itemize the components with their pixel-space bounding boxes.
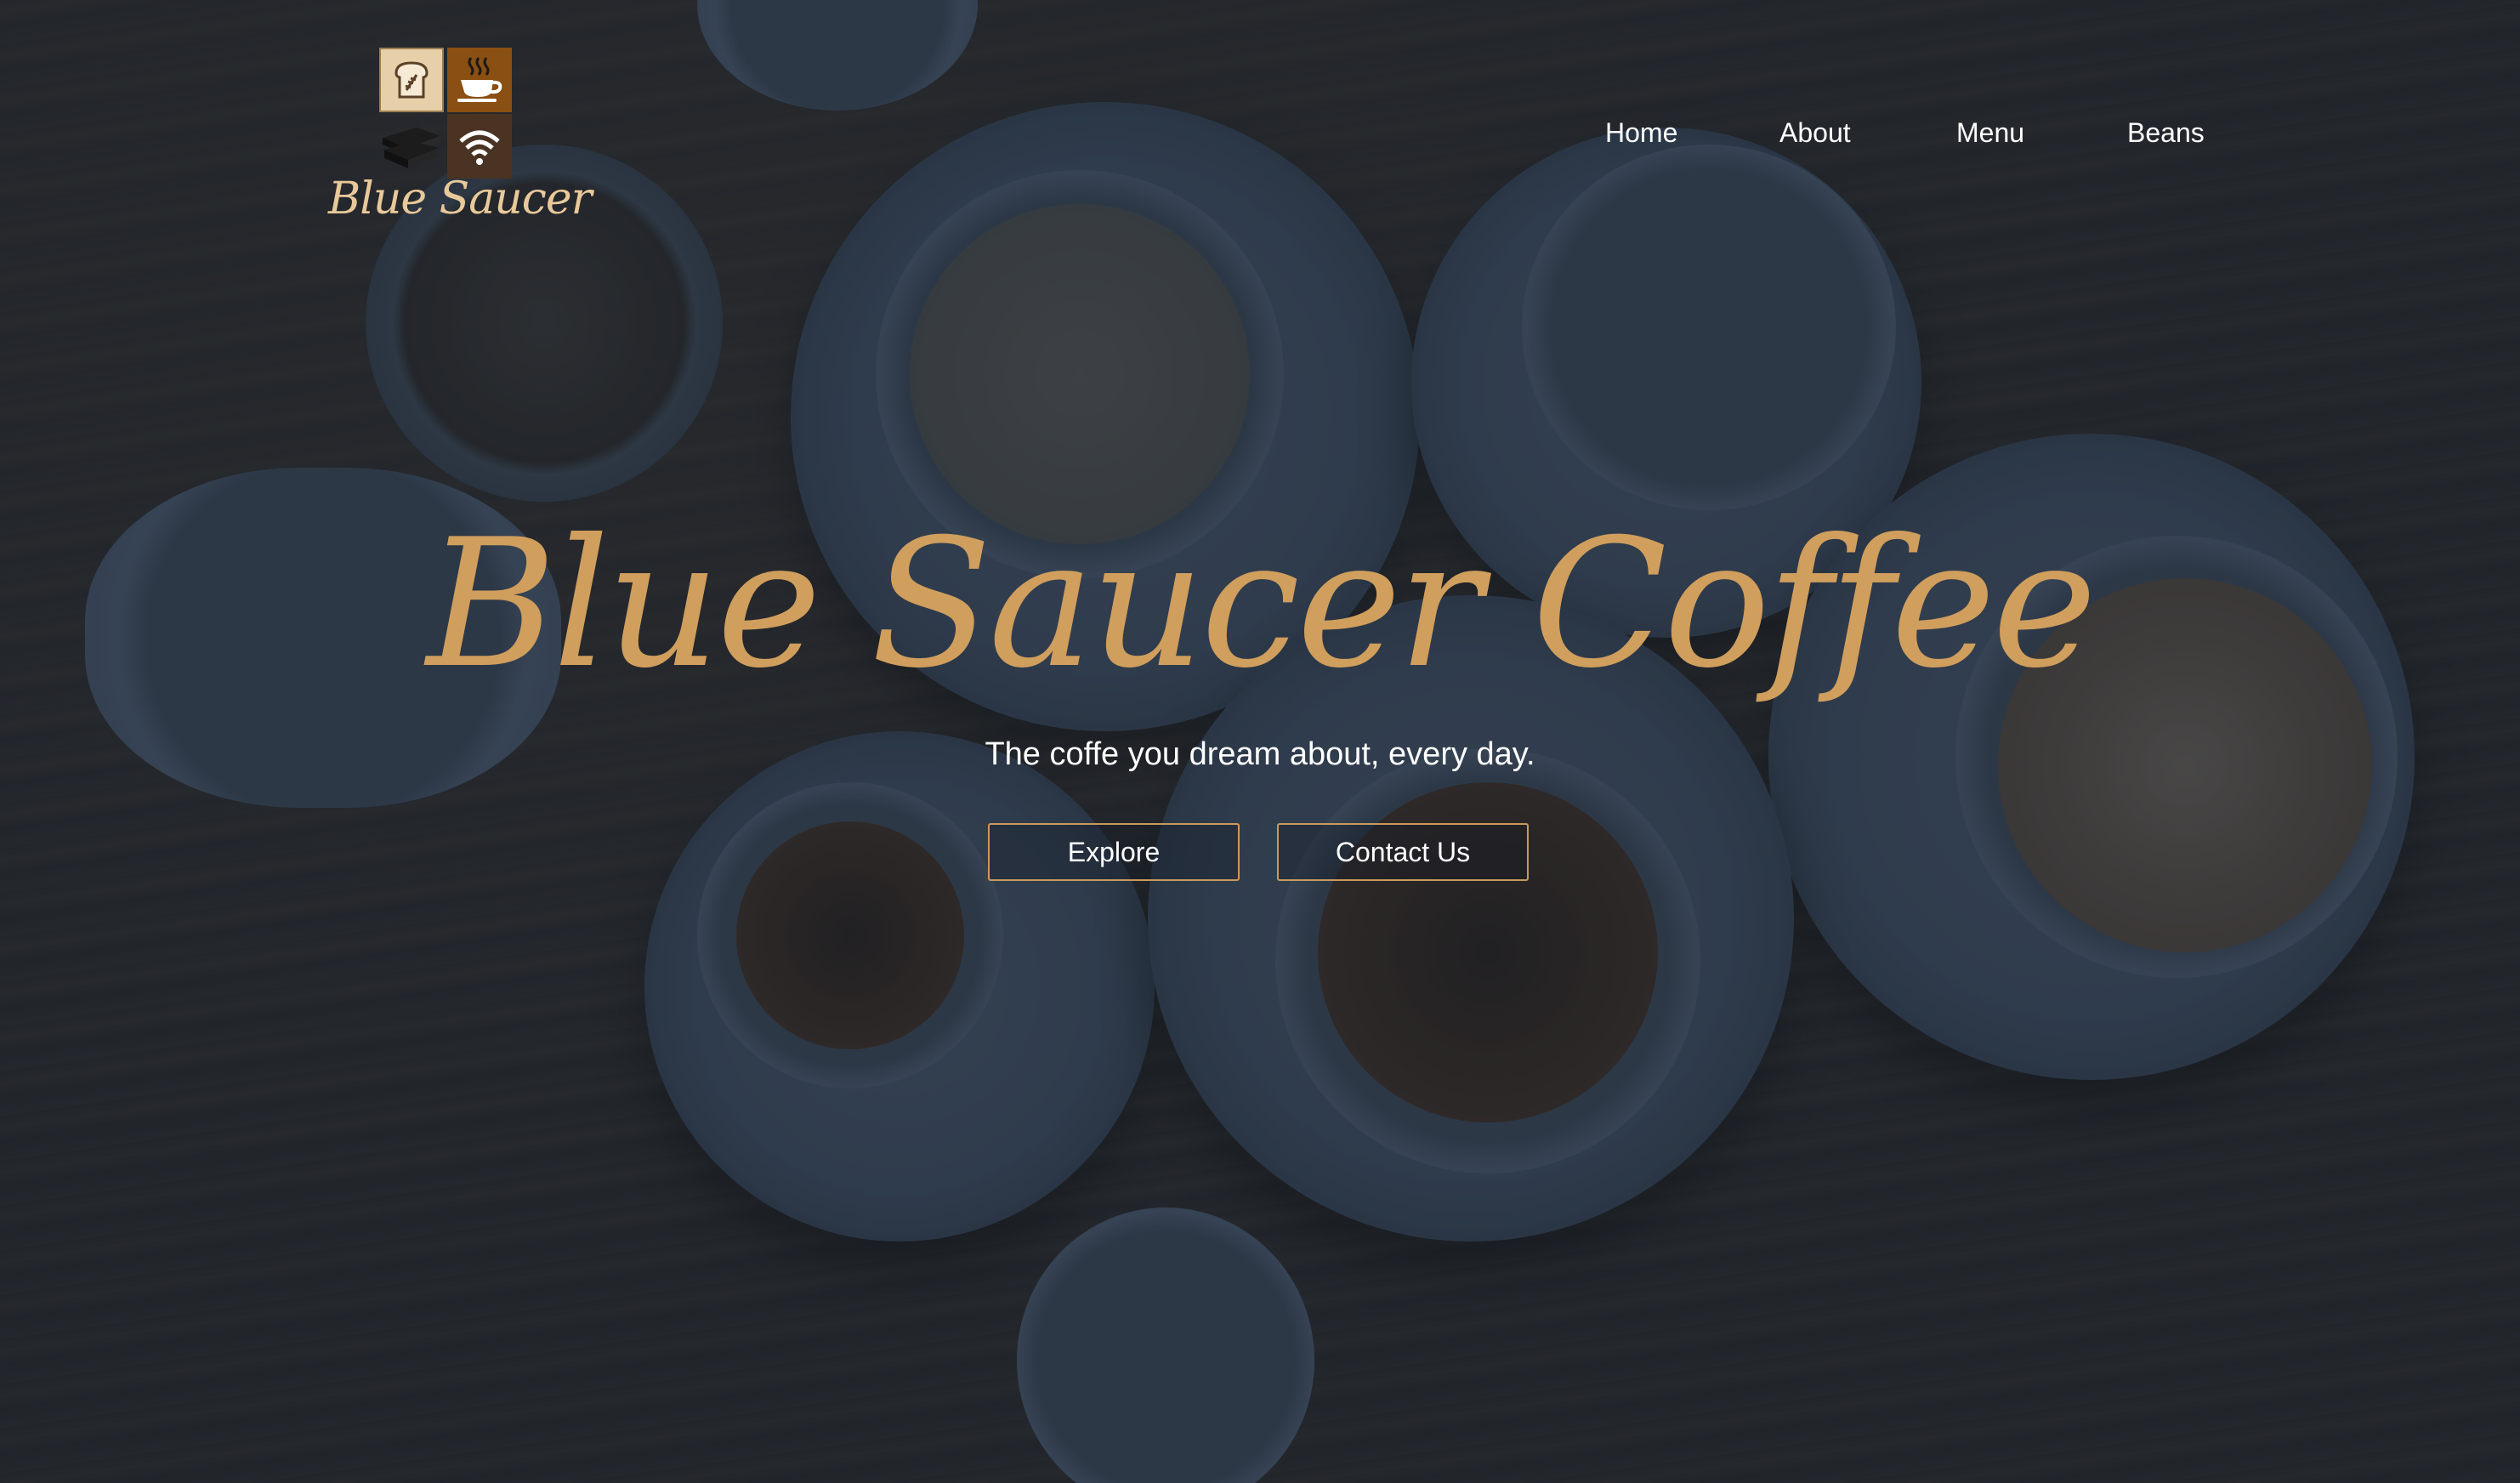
hero-section: Blue Saucer Home About Menu Beans Blue S… xyxy=(0,0,2520,1483)
wifi-icon xyxy=(447,114,512,179)
main-nav: Home About Menu Beans xyxy=(1581,117,2245,160)
logo-text: Blue Saucer xyxy=(328,173,593,224)
hero-subtitle: The coffe you dream about, every day. xyxy=(985,736,1535,772)
books-icon xyxy=(379,114,444,179)
nav-item-about[interactable]: About xyxy=(1779,117,1851,149)
hero-title: Blue Saucer Coffee xyxy=(426,502,2097,707)
nav-item-menu[interactable]: Menu xyxy=(1956,117,2024,149)
nav-item-home[interactable]: Home xyxy=(1605,117,1677,149)
logo-icon-grid xyxy=(379,46,512,179)
bread-icon xyxy=(379,48,444,112)
explore-button[interactable]: Explore xyxy=(988,823,1240,881)
contact-us-button[interactable]: Contact Us xyxy=(1277,823,1529,881)
coffee-cup-icon xyxy=(447,48,512,112)
nav-item-beans[interactable]: Beans xyxy=(2127,117,2205,149)
